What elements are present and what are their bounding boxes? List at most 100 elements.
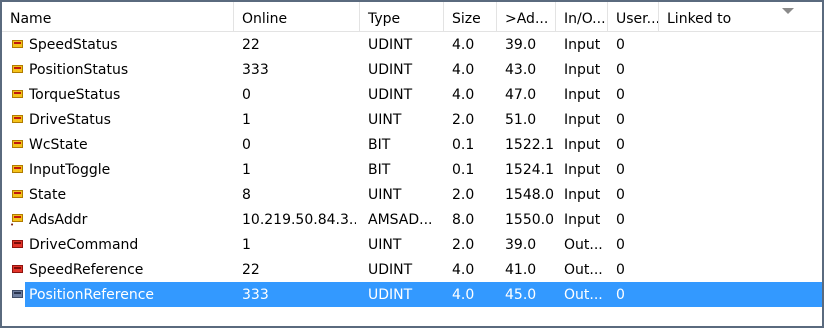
variable-name: PositionReference [29, 287, 155, 303]
linked-to-value [663, 157, 813, 182]
online-value: 1 [242, 237, 251, 253]
table-row[interactable]: TorqueStatus 0 UDINT 4.0 47.0 Input 0 [2, 82, 822, 107]
size-value: 4.0 [452, 87, 475, 103]
sort-chevron-down-icon[interactable] [782, 8, 794, 14]
size-value: 4.0 [452, 287, 475, 303]
column-header-online[interactable]: Online [234, 2, 360, 31]
io-value: Out... [564, 287, 603, 303]
type-value: UINT [368, 187, 402, 203]
type-value: AMSAD... [368, 212, 433, 228]
user-value: 0 [616, 262, 625, 278]
user-value: 0 [616, 187, 625, 203]
table-row[interactable]: SpeedReference 22 UDINT 4.0 41.0 Out... 0 [2, 257, 822, 282]
column-header-size[interactable]: Size [444, 2, 497, 31]
online-value: 8 [242, 187, 251, 203]
linked-to-value [663, 257, 813, 282]
user-value: 0 [616, 212, 625, 228]
online-value: 0 [242, 87, 251, 103]
output-variable-icon [12, 263, 24, 275]
online-value: 333 [242, 287, 269, 303]
io-value: Input [564, 112, 601, 128]
type-value: UDINT [368, 37, 413, 53]
online-value: 1 [242, 112, 251, 128]
user-value: 0 [616, 112, 625, 128]
variable-rows: SpeedStatus 22 UDINT 4.0 39.0 Input 0 PositionS… [2, 32, 822, 307]
online-value: 333 [242, 62, 269, 78]
type-value: UDINT [368, 262, 413, 278]
column-header-io[interactable]: In/O... [556, 2, 608, 31]
linked-to-value [663, 207, 813, 232]
type-value: UDINT [368, 62, 413, 78]
table-row[interactable]: PositionReference 333 UDINT 4.0 45.0 Out... 0 [2, 282, 822, 307]
table-row[interactable]: • AdsAddr 10.219.50.84.3.... AMSAD... 8.0 155… [2, 207, 822, 232]
output-variable-icon [12, 238, 24, 250]
type-value: UINT [368, 237, 402, 253]
linked-to-value [663, 107, 813, 132]
address-value: 45.0 [505, 287, 537, 303]
io-value: Input [564, 37, 601, 53]
online-value: 0 [242, 137, 251, 153]
type-value: BIT [368, 162, 391, 178]
online-value: 22 [242, 37, 260, 53]
io-value: Input [564, 87, 601, 103]
variable-name: DriveStatus [29, 112, 111, 128]
column-header-bar: Name Online Type Size >Ad... In/O... Use… [2, 2, 822, 32]
input-variable-icon [12, 113, 24, 125]
address-value: 43.0 [505, 62, 537, 78]
io-value: Input [564, 162, 601, 178]
column-header-name[interactable]: Name [2, 2, 234, 31]
output-variable-icon [12, 288, 24, 300]
linked-to-value [663, 132, 813, 157]
table-row[interactable]: InputToggle 1 BIT 0.1 1524.1 Input 0 [2, 157, 822, 182]
size-value: 0.1 [452, 162, 475, 178]
input-variable-icon [12, 138, 24, 150]
column-header-user[interactable]: User... [608, 2, 659, 31]
io-value: Out... [564, 237, 603, 253]
table-row[interactable]: DriveCommand 1 UINT 2.0 39.0 Out... 0 [2, 232, 822, 257]
user-value: 0 [616, 37, 625, 53]
linked-to-value [663, 57, 813, 82]
user-value: 0 [616, 137, 625, 153]
size-value: 0.1 [452, 137, 475, 153]
variable-name: TorqueStatus [29, 87, 121, 103]
user-value: 0 [616, 287, 625, 303]
linked-to-value [663, 182, 813, 207]
table-row[interactable]: WcState 0 BIT 0.1 1522.1 Input 0 [2, 132, 822, 157]
table-row[interactable]: SpeedStatus 22 UDINT 4.0 39.0 Input 0 [2, 32, 822, 57]
column-header-address[interactable]: >Ad... [497, 2, 556, 31]
input-variable-icon [12, 38, 24, 50]
online-value: 10.219.50.84.3.... [242, 212, 356, 228]
table-row[interactable]: DriveStatus 1 UINT 2.0 51.0 Input 0 [2, 107, 822, 132]
variable-name: SpeedStatus [29, 37, 118, 53]
type-value: UDINT [368, 287, 413, 303]
linked-to-value [663, 232, 813, 257]
type-value: UDINT [368, 87, 413, 103]
table-row[interactable]: State 8 UINT 2.0 1548.0 Input 0 [2, 182, 822, 207]
user-value: 0 [616, 162, 625, 178]
input-variable-icon [12, 188, 24, 200]
linked-to-value [663, 82, 813, 107]
ads-address-icon: • [10, 213, 24, 229]
online-value: 1 [242, 162, 251, 178]
input-variable-icon [12, 63, 24, 75]
variable-name: InputToggle [29, 162, 111, 178]
table-row[interactable]: PositionStatus 333 UDINT 4.0 43.0 Input 0 [2, 57, 822, 82]
column-header-type[interactable]: Type [360, 2, 444, 31]
column-header-linked-to[interactable]: Linked to [659, 2, 822, 31]
size-value: 2.0 [452, 187, 475, 203]
address-value: 1550.0 [505, 212, 554, 228]
input-variable-icon [12, 88, 24, 100]
io-value: Input [564, 137, 601, 153]
user-value: 0 [616, 62, 625, 78]
io-value: Input [564, 212, 601, 228]
size-value: 4.0 [452, 37, 475, 53]
address-value: 39.0 [505, 237, 537, 253]
size-value: 8.0 [452, 212, 475, 228]
variable-name: DriveCommand [29, 237, 139, 253]
size-value: 2.0 [452, 112, 475, 128]
online-value: 22 [242, 262, 260, 278]
user-value: 0 [616, 87, 625, 103]
size-value: 4.0 [452, 62, 475, 78]
address-value: 1524.1 [505, 162, 554, 178]
type-value: BIT [368, 137, 391, 153]
